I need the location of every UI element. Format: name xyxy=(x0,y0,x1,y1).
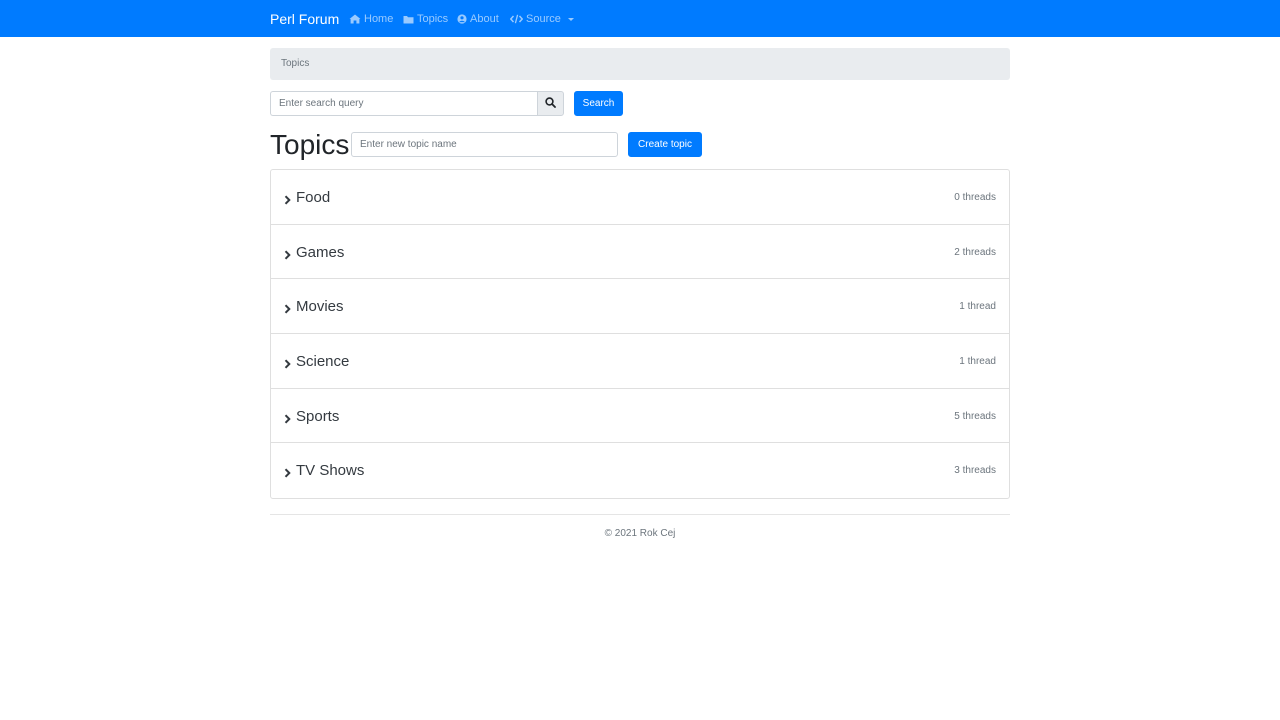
nav-link-topics[interactable]: Topics xyxy=(403,12,448,26)
topic-item[interactable]: Food 0 threads xyxy=(271,170,1009,225)
nav-link-label: Topics xyxy=(417,13,449,25)
user-circle-icon xyxy=(457,14,467,24)
new-topic-input[interactable] xyxy=(351,132,618,157)
chevron-right-icon xyxy=(284,192,291,210)
thread-count: 0 threads xyxy=(954,192,996,203)
topic-name: Sports xyxy=(296,407,340,425)
search-icon xyxy=(545,95,556,113)
topic-item[interactable]: Sports 5 threads xyxy=(271,389,1009,444)
thread-count: 1 thread xyxy=(959,301,996,313)
nav-link-home[interactable]: Home xyxy=(349,12,393,26)
thread-count: 1 thread xyxy=(959,356,996,368)
code-icon xyxy=(510,14,523,24)
breadcrumb: Topics xyxy=(270,48,1010,80)
home-icon xyxy=(349,14,361,24)
create-topic-button[interactable]: Create topic xyxy=(628,132,702,157)
topic-name: Food xyxy=(296,189,331,206)
search-addon[interactable] xyxy=(537,91,564,116)
chevron-right-icon xyxy=(284,247,291,265)
navbar: Perl Forum Home Topics About Source xyxy=(0,0,1280,37)
topic-item[interactable]: Games 2 threads xyxy=(271,225,1009,280)
chevron-right-icon xyxy=(284,411,291,429)
topic-list: Food 0 threads Games 2 threads Movies 1 … xyxy=(270,169,1010,500)
topic-item[interactable]: Science 1 thread xyxy=(271,334,1009,389)
search-group xyxy=(270,91,564,116)
search-button[interactable]: Search xyxy=(574,91,623,116)
footer-divider xyxy=(270,514,1010,515)
thread-count: 5 threads xyxy=(954,410,996,422)
nav-link-label: Home xyxy=(364,13,394,25)
page-title: Topics xyxy=(270,129,350,160)
topic-name: Games xyxy=(296,243,345,261)
topic-name: TV Shows xyxy=(296,462,365,480)
caret-down-icon xyxy=(567,18,574,21)
nav-link-source[interactable]: Source xyxy=(510,12,574,26)
folder-icon xyxy=(403,15,414,24)
brand-link[interactable]: Perl Forum xyxy=(270,10,339,28)
nav-link-about[interactable]: About xyxy=(457,12,499,26)
chevron-right-icon xyxy=(284,465,291,483)
thread-count: 3 threads xyxy=(954,465,996,477)
thread-count: 2 threads xyxy=(954,246,996,258)
footer-copyright: © 2021 Rok Cej xyxy=(604,528,676,539)
topic-item[interactable]: TV Shows 3 threads xyxy=(271,443,1009,498)
search-input[interactable] xyxy=(270,91,537,116)
topic-name: Science xyxy=(296,353,350,371)
topic-name: Movies xyxy=(296,298,344,316)
nav-link-label: Source xyxy=(526,13,561,25)
topic-item[interactable]: Movies 1 thread xyxy=(271,279,1009,335)
chevron-right-icon xyxy=(284,301,291,319)
nav-link-label: About xyxy=(470,13,499,25)
chevron-right-icon xyxy=(284,356,291,374)
breadcrumb-item-topics: Topics xyxy=(281,58,310,69)
